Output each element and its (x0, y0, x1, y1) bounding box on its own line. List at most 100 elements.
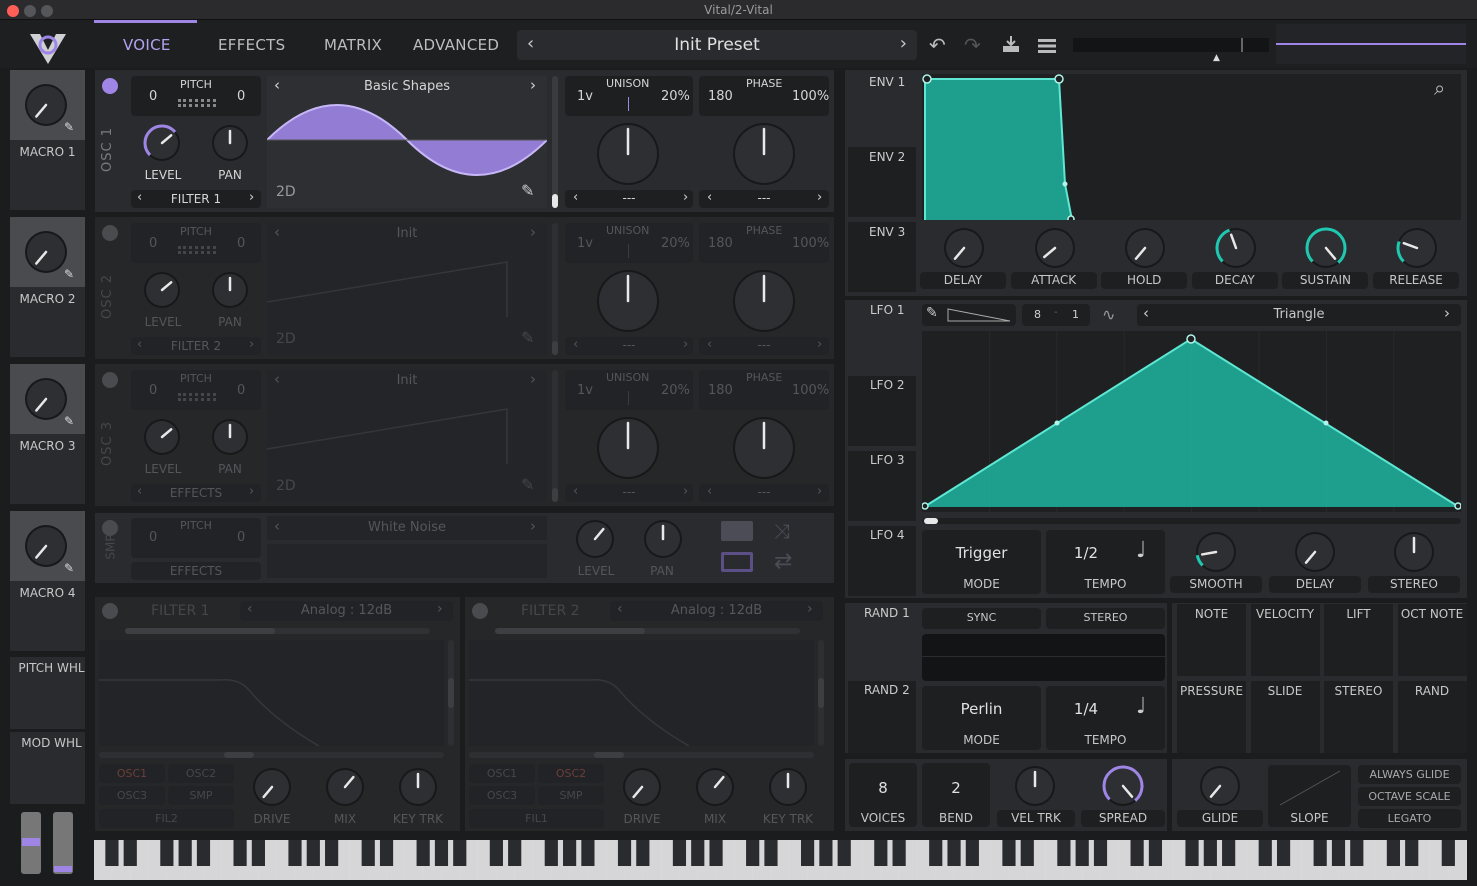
env-hold-knob[interactable] (1127, 230, 1164, 266)
osc-3-tune[interactable]: 0 (237, 383, 245, 398)
lfo-grid-x[interactable]: 8 (1034, 308, 1041, 321)
black-key[interactable] (325, 840, 339, 866)
macro-3-label[interactable]: MACRO 3 (10, 439, 85, 453)
bend-value[interactable]: 2 (922, 779, 990, 797)
black-key[interactable] (1331, 840, 1346, 866)
black-key[interactable] (636, 840, 650, 866)
osc-2-wavetable-name[interactable]: Init (267, 226, 547, 241)
osc-2-phase[interactable]: 180 (708, 236, 733, 251)
black-key[interactable] (416, 840, 430, 866)
filter-1-response[interactable] (99, 640, 444, 747)
black-key[interactable] (1148, 840, 1163, 866)
rand-tempo-note-icon[interactable]: ♩ (1136, 694, 1146, 719)
preset-selector[interactable]: ‹ Init Preset › (517, 30, 917, 60)
black-key[interactable] (123, 840, 137, 866)
filter-2-drive-knob[interactable] (625, 770, 659, 804)
black-key[interactable] (1441, 840, 1455, 866)
filter-1-drive-knob[interactable] (255, 770, 289, 804)
smp-bounce-icon[interactable]: ⇄ (774, 549, 792, 574)
filter-1-cutoff-slider[interactable] (99, 752, 444, 758)
osc-1-wavetable-name[interactable]: Basic Shapes (267, 79, 547, 94)
osc-3-arrow-0-icon[interactable]: ‹ (573, 484, 578, 499)
osc-3-phase-rand[interactable]: 100% (792, 383, 829, 398)
osc-1-arrow-3-icon[interactable]: › (817, 190, 822, 205)
filter-1-model[interactable]: Analog : 12dB (240, 603, 453, 618)
osc-1-arrow-0-icon[interactable]: ‹ (573, 190, 578, 205)
black-key[interactable] (746, 840, 760, 866)
mod-wheel[interactable] (53, 812, 73, 874)
macro-2-label[interactable]: MACRO 2 (10, 292, 85, 306)
filter-1-next-icon[interactable]: › (437, 601, 443, 617)
osc-3-voices[interactable]: 1v (577, 383, 593, 398)
black-key[interactable] (819, 840, 833, 866)
smp-transpose[interactable]: 0 (149, 530, 157, 545)
osc-1-voices[interactable]: 1v (577, 89, 593, 104)
filter-2-mix-knob[interactable] (698, 770, 732, 804)
osc-2-power-toggle[interactable] (102, 225, 118, 241)
osc-3-dest-next-icon[interactable]: › (249, 484, 254, 499)
black-key[interactable] (1093, 840, 1108, 866)
black-key[interactable] (288, 840, 302, 866)
black-key[interactable] (801, 840, 815, 866)
preset-name[interactable]: Init Preset (517, 35, 917, 55)
macro-4-label[interactable]: MACRO 4 (10, 586, 85, 600)
lfo-trigger[interactable]: Trigger (922, 544, 1041, 562)
osc-1-detune[interactable]: 20% (661, 89, 690, 104)
lfo-shape-next-icon[interactable]: › (1444, 304, 1450, 322)
filter-2-route[interactable]: FIL1 (469, 812, 604, 825)
tab-matrix[interactable]: MATRIX (324, 36, 382, 54)
macro-4-edit-icon[interactable]: ✎ (64, 561, 74, 575)
black-key[interactable] (617, 840, 632, 866)
osc-2-transpose[interactable]: 0 (149, 236, 157, 251)
lfo-smooth-knob[interactable] (1195, 534, 1234, 570)
lfo-delay-knob[interactable] (1297, 534, 1333, 570)
macro-2-knob[interactable] (27, 233, 65, 271)
filter-1-blend-slider[interactable] (125, 628, 430, 634)
osc-1-distort-knob[interactable] (735, 125, 793, 183)
smp-level-knob[interactable] (578, 522, 612, 556)
osc-3-edit-icon[interactable]: ✎ (521, 475, 534, 494)
lfo-graph[interactable] (921, 331, 1462, 512)
black-key[interactable] (1276, 840, 1291, 866)
filter-2-power-toggle[interactable] (472, 603, 488, 619)
volume-meter[interactable] (1073, 38, 1269, 52)
osc-1-edit-icon[interactable]: ✎ (521, 181, 534, 200)
env-release-knob[interactable] (1396, 230, 1435, 266)
lfo-shape-prev-icon[interactable]: ‹ (1143, 304, 1149, 322)
tab-advanced[interactable]: ADVANCED (413, 36, 499, 54)
black-key[interactable] (947, 840, 961, 866)
osc-1-arrow-2-icon[interactable]: ‹ (707, 190, 712, 205)
osc-2-arrow-0-icon[interactable]: ‹ (573, 337, 578, 352)
macro-3-edit-icon[interactable]: ✎ (64, 414, 74, 428)
black-key[interactable] (672, 840, 687, 866)
env-zoom-icon[interactable]: ⌕ (1434, 76, 1445, 100)
lfo-tempo[interactable]: 1/2 (1046, 544, 1126, 562)
osc-3-dest[interactable]: EFFECTS (131, 486, 261, 500)
osc-2-pan-knob[interactable] (214, 274, 246, 306)
osc-1-dest[interactable]: FILTER 1 (131, 192, 261, 206)
osc-2-arrow-3-icon[interactable]: › (817, 337, 822, 352)
smp-loop-icon[interactable] (721, 552, 753, 572)
mod-wheel-label[interactable]: MOD WHL (10, 736, 93, 750)
lfo-paint-icon[interactable]: ✎ (926, 305, 938, 321)
black-key[interactable] (1350, 840, 1364, 866)
osc-1-level-knob[interactable] (143, 124, 178, 159)
black-key[interactable] (837, 840, 851, 866)
osc-3-distort-knob[interactable] (735, 419, 793, 477)
osc-3-phase[interactable]: 180 (708, 383, 733, 398)
smp-next-icon[interactable]: › (530, 517, 536, 535)
osc-1-phase-rand[interactable]: 100% (792, 89, 829, 104)
black-key[interactable] (764, 840, 778, 866)
filter-1-mix-knob[interactable] (328, 770, 362, 804)
osc-2-distort[interactable]: --- (699, 338, 829, 352)
macro-3-knob[interactable] (27, 380, 65, 418)
filter-2-response[interactable] (469, 640, 814, 747)
black-key[interactable] (105, 840, 119, 866)
osc-2-voices[interactable]: 1v (577, 236, 593, 251)
osc-3-wavetable-name[interactable]: Init (267, 373, 547, 388)
spread-knob[interactable] (1102, 765, 1144, 804)
filter-2-key-trk-knob[interactable] (771, 770, 805, 804)
pitch-wheel-label[interactable]: PITCH WHL (10, 661, 93, 675)
black-key[interactable] (1313, 840, 1327, 866)
osc-2-arrow-1-icon[interactable]: › (683, 337, 688, 352)
